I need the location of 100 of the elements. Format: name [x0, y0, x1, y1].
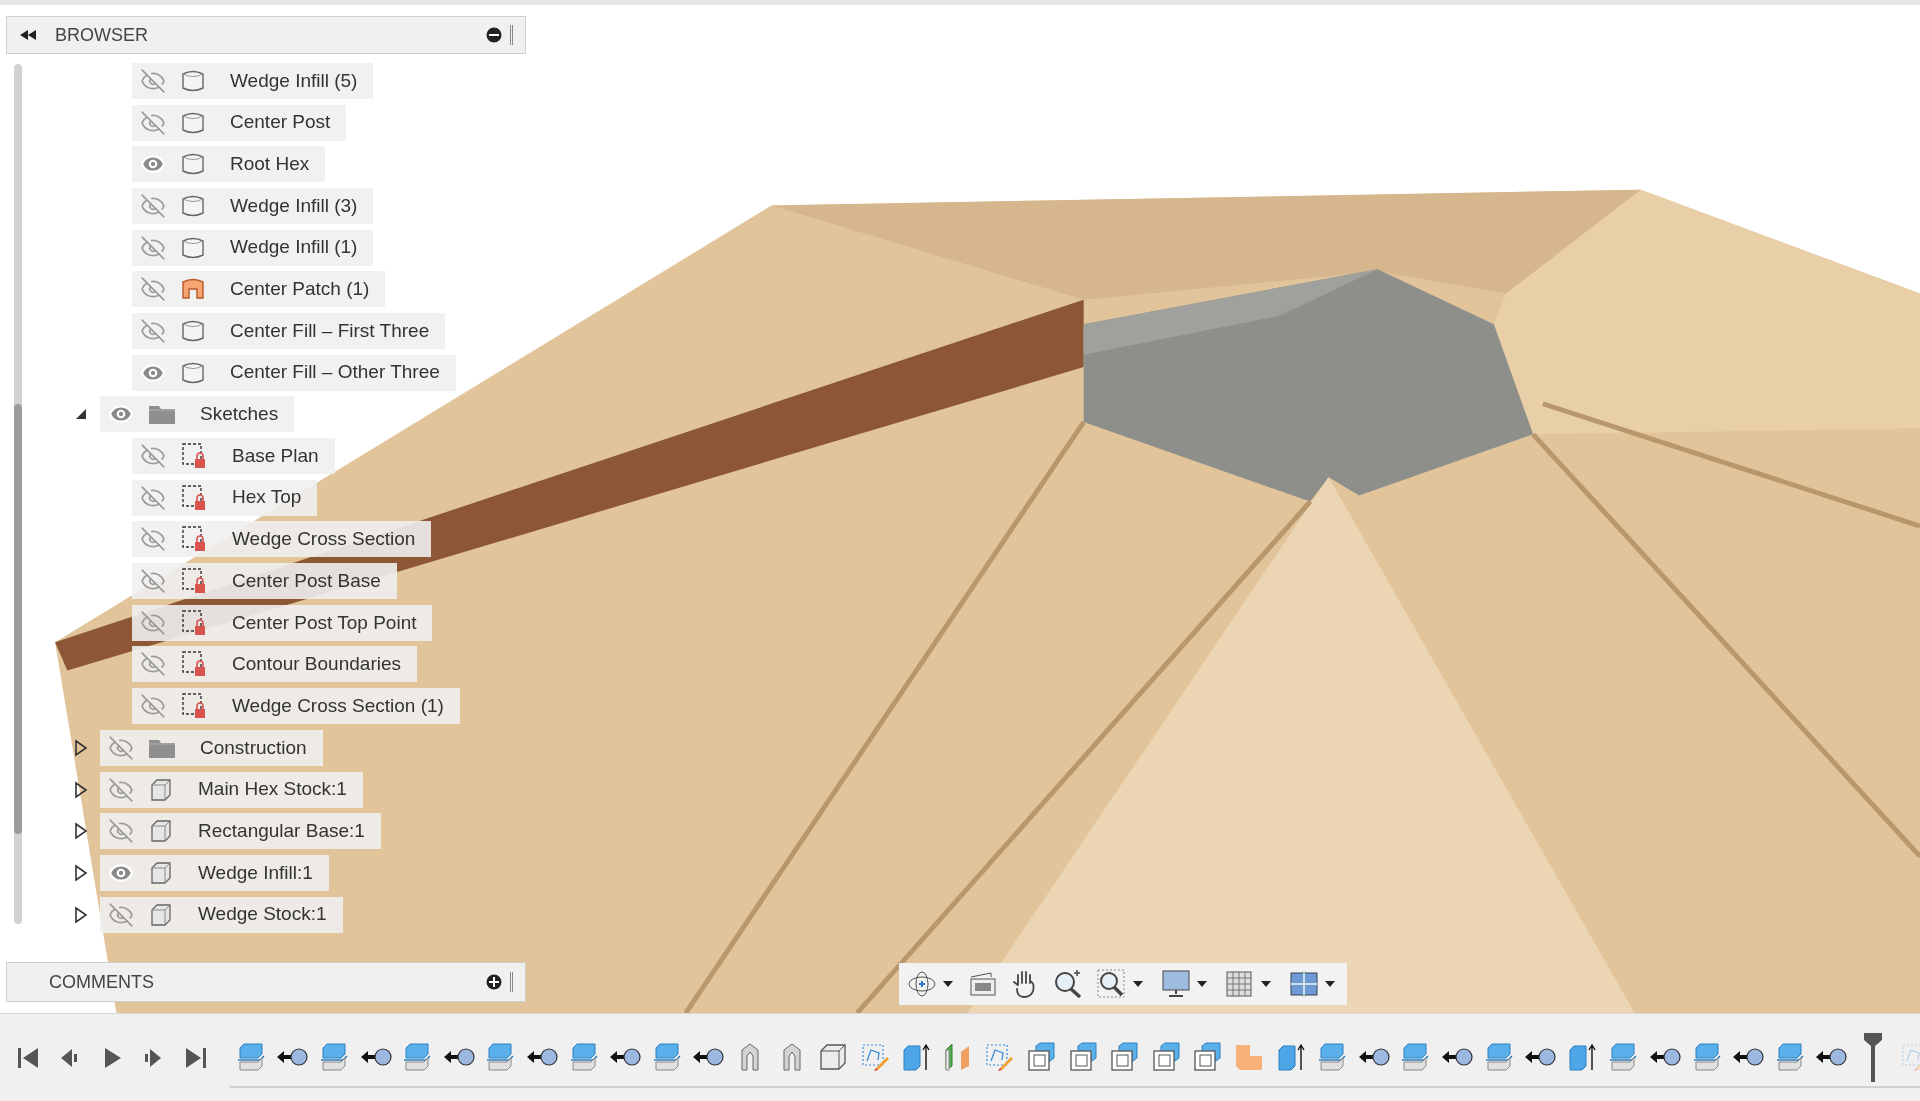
tree-item-label: Center Post: [230, 110, 331, 135]
move-icon[interactable]: [691, 1045, 726, 1068]
split-body-icon[interactable]: [1317, 1041, 1348, 1072]
expand-triangle-icon[interactable]: [74, 905, 88, 924]
split-body-icon[interactable]: [402, 1041, 433, 1072]
tree-row[interactable]: Main Hex Stock:1: [100, 771, 363, 808]
sketch-icon[interactable]: [984, 1041, 1015, 1072]
shell-icon[interactable]: [1192, 1041, 1223, 1072]
tree-row[interactable]: Wedge Cross Section: [132, 521, 432, 558]
eye-slash-icon[interactable]: [140, 443, 166, 470]
tree-row[interactable]: Base Plan: [132, 438, 335, 475]
add-circle-icon[interactable]: [486, 974, 502, 990]
eye-slash-icon[interactable]: [140, 276, 166, 303]
eye-slash-icon[interactable]: [140, 651, 166, 678]
tree-row[interactable]: Wedge Infill (1): [132, 229, 374, 266]
orbit-icon[interactable]: [907, 969, 955, 999]
tree-item-label: Hex Top: [232, 485, 302, 510]
expand-triangle-icon[interactable]: [74, 738, 88, 757]
tree-item-label: Wedge Stock:1: [198, 902, 327, 927]
tree-row[interactable]: Wedge Infill (3): [132, 187, 374, 224]
tree-item-label: Contour Boundaries: [232, 652, 401, 677]
resize-handle[interactable]: [510, 25, 513, 45]
eye-slash-icon[interactable]: [140, 192, 166, 219]
split-body-icon[interactable]: [651, 1041, 682, 1072]
shell-icon[interactable]: [1109, 1041, 1140, 1072]
eye-slash-icon[interactable]: [140, 609, 166, 636]
tree-row[interactable]: Wedge Stock:1: [100, 896, 343, 933]
tree-item-label: Center Patch (1): [230, 277, 370, 302]
move-icon[interactable]: [608, 1045, 643, 1068]
move-icon[interactable]: [275, 1045, 310, 1068]
tree-item-label: Center Post Top Point: [232, 610, 417, 635]
eye-slash-icon[interactable]: [140, 484, 166, 511]
eye-slash-icon[interactable]: [140, 568, 166, 595]
component-icon: [148, 776, 174, 803]
tree-row[interactable]: Construction: [100, 729, 323, 766]
expand-triangle-icon[interactable]: [74, 863, 88, 882]
split-body-icon[interactable]: [1608, 1041, 1639, 1072]
patch-icon[interactable]: [780, 1041, 803, 1072]
extrude-icon[interactable]: [1566, 1041, 1597, 1072]
split-body-icon[interactable]: [1774, 1041, 1805, 1072]
eye-slash-icon[interactable]: [140, 693, 166, 720]
split-body-icon[interactable]: [1483, 1041, 1514, 1072]
sketch-icon[interactable]: [859, 1041, 890, 1072]
expand-triangle-icon[interactable]: [74, 822, 88, 841]
split-body-icon[interactable]: [319, 1041, 349, 1072]
move-icon[interactable]: [1814, 1045, 1849, 1068]
tree-row[interactable]: Rectangular Base:1: [100, 813, 381, 850]
sketch-icon: [180, 607, 208, 638]
shell-icon[interactable]: [1150, 1041, 1181, 1072]
tree-item-label: Wedge Infill (5): [230, 68, 358, 93]
eye-slash-icon[interactable]: [108, 901, 134, 928]
eye-slash-icon[interactable]: [108, 734, 134, 761]
tree-row[interactable]: Contour Boundaries: [132, 646, 417, 683]
tree-row[interactable]: Center Patch (1): [132, 271, 386, 308]
resize-handle[interactable]: [510, 972, 513, 992]
collapse-triangle-icon[interactable]: [74, 407, 88, 422]
zoom-icon[interactable]: [1053, 969, 1083, 999]
tree-row[interactable]: Center Fill – First Three: [132, 312, 446, 349]
eye-slash-icon[interactable]: [108, 776, 134, 803]
split-body-icon[interactable]: [1691, 1041, 1722, 1072]
expand-triangle-icon[interactable]: [74, 780, 88, 799]
box-icon[interactable]: [818, 1041, 849, 1072]
move-icon[interactable]: [1440, 1045, 1474, 1068]
split-body-icon[interactable]: [568, 1041, 599, 1072]
tree-row[interactable]: Sketches: [100, 396, 295, 433]
split-body-icon[interactable]: [485, 1041, 516, 1072]
eye-slash-icon[interactable]: [140, 317, 166, 344]
split-body-icon[interactable]: [1400, 1041, 1431, 1072]
eye-slash-icon[interactable]: [108, 818, 134, 845]
film-camera-icon[interactable]: [969, 971, 997, 997]
shell-icon[interactable]: [1026, 1041, 1057, 1072]
eye-slash-icon[interactable]: [140, 234, 166, 261]
tree-row[interactable]: Wedge Infill (5): [132, 62, 374, 99]
extrude-icon[interactable]: [1275, 1041, 1306, 1072]
tree-item-label: Main Hex Stock:1: [198, 777, 347, 802]
tree-item-label: Wedge Cross Section: [232, 527, 416, 552]
minus-circle-icon[interactable]: [486, 27, 502, 43]
eye-slash-icon[interactable]: [140, 67, 166, 94]
shell-icon[interactable]: [1067, 1041, 1098, 1072]
collapse-panel-icon[interactable]: [19, 29, 37, 41]
tree-row[interactable]: Root Hex: [132, 146, 326, 183]
split-body-icon[interactable]: [235, 1041, 266, 1072]
tree-row[interactable]: Center Post: [132, 104, 347, 141]
patch-icon[interactable]: [738, 1041, 761, 1072]
tree-row[interactable]: Center Post Top Point: [132, 604, 433, 641]
tree-item-label: Root Hex: [230, 151, 310, 176]
tree-row[interactable]: Wedge Cross Section (1): [132, 688, 460, 725]
move-icon[interactable]: [1731, 1045, 1766, 1068]
tree-row[interactable]: Center Post Base: [132, 563, 397, 600]
browser-scrollbar[interactable]: [14, 64, 22, 924]
eye-slash-icon[interactable]: [140, 526, 166, 553]
extrude-icon[interactable]: [901, 1041, 932, 1072]
tree-row[interactable]: Wedge Infill:1: [100, 854, 329, 891]
tree-row[interactable]: Hex Top: [132, 479, 318, 516]
component-icon: [148, 818, 174, 845]
tree-row[interactable]: Center Fill – Other Three: [132, 354, 456, 391]
move-icon[interactable]: [1648, 1045, 1682, 1068]
eye-slash-icon[interactable]: [140, 109, 166, 136]
move-icon[interactable]: [1523, 1045, 1558, 1068]
timeline-marker[interactable]: [1862, 1031, 1883, 1082]
